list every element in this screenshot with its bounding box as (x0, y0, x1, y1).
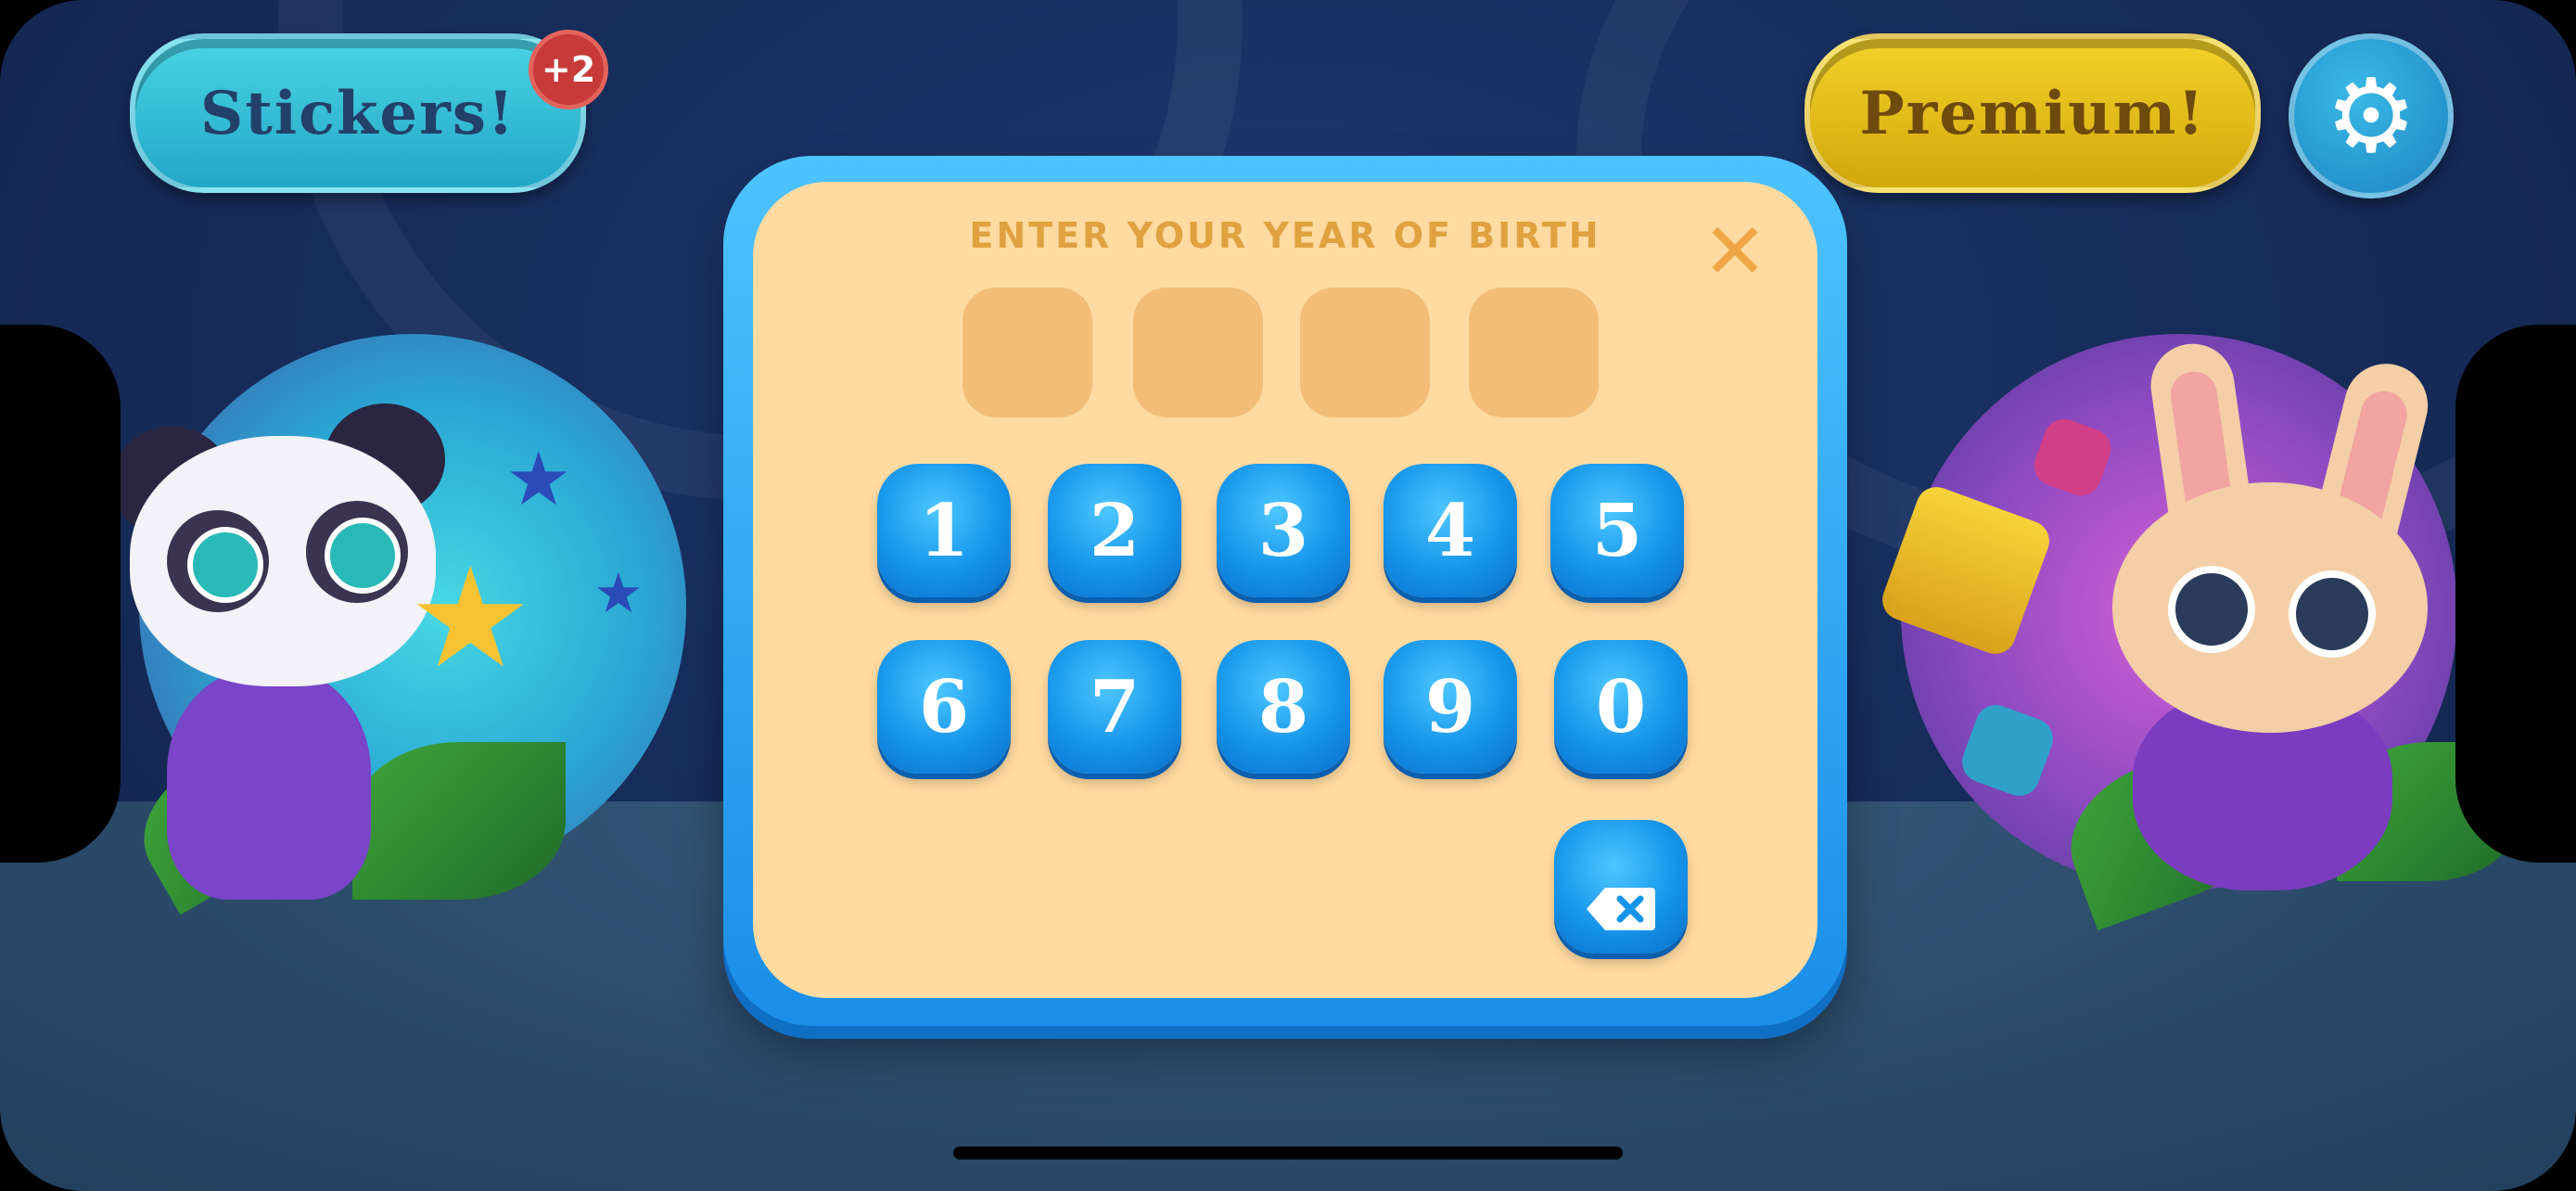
backspace-button[interactable] (1554, 820, 1688, 954)
close-icon: ✕ (1702, 206, 1768, 297)
stickers-badge-text: +2 (541, 49, 596, 90)
gear-icon: ⚙ (2325, 57, 2417, 175)
digit-slot-2 (1133, 288, 1263, 417)
key-0[interactable]: 0 (1554, 640, 1688, 774)
key-6[interactable]: 6 (877, 640, 1011, 774)
key-2[interactable]: 2 (1048, 464, 1181, 597)
panda-character (130, 436, 436, 686)
stickers-button[interactable]: Stickers! (130, 33, 586, 193)
dialog-title: ENTER YOUR YEAR OF BIRTH (969, 215, 1601, 256)
screen-notch-left (0, 325, 121, 863)
stickers-label: Stickers! (200, 78, 516, 148)
game-screen: ★ ★ ★ Stickers! +2 Premium! ⚙ ENTER YOUR… (0, 0, 2576, 1191)
star-icon: ★ (593, 561, 644, 626)
panda-pupil (187, 527, 263, 603)
settings-button[interactable]: ⚙ (2289, 33, 2454, 198)
key-3[interactable]: 3 (1217, 464, 1350, 597)
leaf-decoration (352, 742, 566, 900)
key-7[interactable]: 7 (1048, 640, 1181, 774)
premium-button[interactable]: Premium! (1804, 33, 2261, 193)
star-icon: ★ (505, 436, 572, 522)
digit-slot-3 (1300, 288, 1430, 417)
digit-slot-1 (963, 288, 1092, 417)
bunny-eye (2168, 566, 2255, 653)
panda-pupil (325, 518, 401, 594)
panda-body (167, 668, 371, 900)
stickers-count-badge: +2 (529, 30, 608, 109)
key-4[interactable]: 4 (1384, 464, 1517, 597)
birth-year-dialog: ENTER YOUR YEAR OF BIRTH ✕ 1 2 3 4 5 6 7… (753, 182, 1817, 998)
star-icon: ★ (408, 538, 533, 699)
home-indicator[interactable] (953, 1146, 1623, 1159)
close-button[interactable]: ✕ (1693, 210, 1777, 293)
backspace-icon (1585, 865, 1657, 930)
digit-slot-4 (1469, 288, 1599, 417)
key-1[interactable]: 1 (877, 464, 1011, 597)
premium-label: Premium! (1859, 78, 2206, 148)
key-9[interactable]: 9 (1384, 640, 1517, 774)
key-5[interactable]: 5 (1550, 464, 1684, 597)
bunny-character (2112, 482, 2428, 733)
bunny-eye (2289, 570, 2376, 658)
key-8[interactable]: 8 (1217, 640, 1350, 774)
screen-notch-right (2455, 325, 2576, 863)
